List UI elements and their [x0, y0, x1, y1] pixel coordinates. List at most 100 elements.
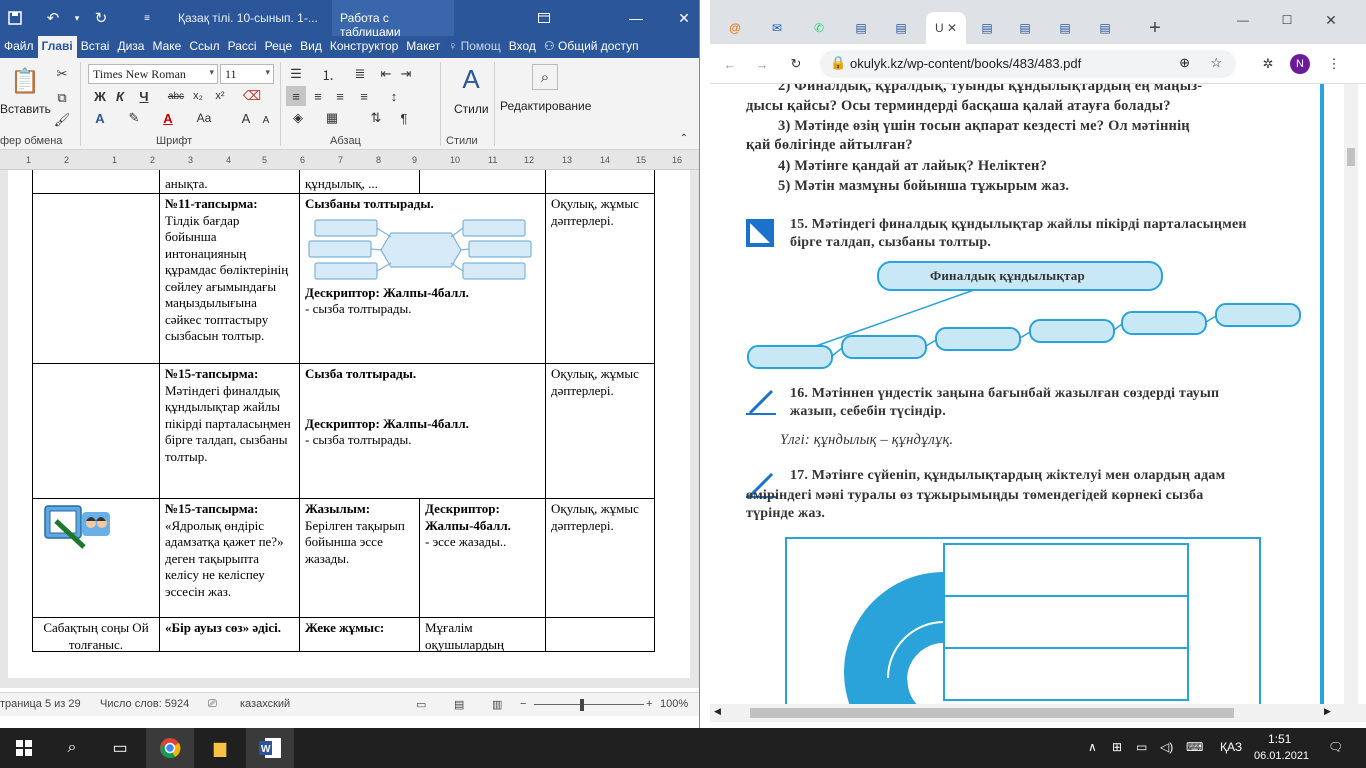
vertical-scrollbar[interactable]: [1344, 84, 1358, 704]
grow-font-icon[interactable]: A: [236, 108, 256, 128]
zoom-out-icon[interactable]: −: [520, 698, 526, 710]
ribbon-display-icon[interactable]: [521, 0, 567, 36]
clock-time[interactable]: 1:51: [1268, 732, 1291, 746]
paste-label[interactable]: Вставить: [0, 102, 51, 116]
back-icon[interactable]: ←: [720, 54, 740, 74]
tab-favicon-mail-icon[interactable]: @: [720, 14, 750, 42]
align-right-icon[interactable]: ≡: [330, 86, 350, 106]
horizontal-scrollbar[interactable]: ◀ ▶: [710, 704, 1366, 722]
editing-button[interactable]: Редактирование: [500, 99, 591, 113]
menu-icon[interactable]: ⋮: [1324, 54, 1344, 74]
redo-icon[interactable]: ↻: [86, 0, 116, 36]
customize-qat-icon[interactable]: ≡: [132, 0, 162, 36]
tab-design[interactable]: Диза: [113, 36, 148, 58]
tab-file[interactable]: Файл: [0, 36, 38, 58]
save-icon[interactable]: [0, 0, 30, 36]
clear-formatting-icon[interactable]: ⌫: [242, 86, 262, 106]
collapse-ribbon-icon[interactable]: ⌃: [674, 128, 694, 148]
scrollbar-thumb[interactable]: [750, 708, 1234, 718]
chrome-taskbar-icon[interactable]: [146, 728, 194, 768]
underline-icon[interactable]: Ч: [134, 86, 154, 106]
scrollbar-thumb[interactable]: [1347, 148, 1355, 166]
zoom-slider-thumb[interactable]: [580, 699, 584, 711]
zoom-level[interactable]: 100%: [660, 698, 688, 710]
tab-favicon-book-icon[interactable]: ▤: [1010, 14, 1040, 42]
print-layout-icon[interactable]: ▤: [454, 698, 464, 711]
zoom-in-icon[interactable]: +: [646, 698, 652, 710]
network-icon[interactable]: ⊞: [1112, 740, 1122, 754]
sort-icon[interactable]: ⇅: [366, 108, 386, 128]
tab-references[interactable]: Ссыл: [185, 36, 223, 58]
copy-icon[interactable]: ⧉: [52, 88, 72, 108]
tab-favicon-book-icon[interactable]: ▤: [1090, 14, 1120, 42]
cut-icon[interactable]: ✂: [52, 64, 72, 84]
justify-icon[interactable]: ≡: [354, 86, 374, 106]
close-tab-icon[interactable]: ✕: [947, 21, 957, 35]
font-name-combo[interactable]: Times New Roman ▾: [88, 64, 218, 84]
tab-favicon-book-icon[interactable]: ▤: [846, 14, 876, 42]
paste-icon[interactable]: 📋: [10, 66, 40, 96]
lock-icon[interactable]: 🔒: [830, 55, 846, 71]
bold-icon[interactable]: Ж: [90, 86, 110, 106]
sign-in-link[interactable]: Вход: [505, 36, 540, 58]
font-size-combo[interactable]: 11 ▾: [220, 64, 274, 84]
task-view-icon[interactable]: ▭: [96, 728, 144, 768]
tab-tell-me[interactable]: ♀ Помощ: [444, 36, 504, 58]
strikethrough-icon[interactable]: abc: [166, 86, 186, 106]
language-indicator[interactable]: ҚАЗ: [1220, 740, 1242, 754]
styles-icon[interactable]: A: [456, 64, 486, 94]
search-icon[interactable]: ⌕: [48, 728, 96, 768]
read-mode-icon[interactable]: ▭: [416, 698, 426, 711]
superscript-icon[interactable]: x²: [210, 86, 230, 106]
word-count[interactable]: Число слов: 5924: [100, 698, 189, 710]
search-icon[interactable]: ⌕: [532, 64, 558, 90]
zoom-icon[interactable]: ⊕: [1179, 55, 1190, 71]
tab-table-design[interactable]: Конструктор: [326, 36, 402, 58]
pdf-viewer[interactable]: 2) Финалдық, құралдық, туынды құндылықта…: [710, 84, 1366, 704]
minimize-icon[interactable]: —: [1228, 6, 1258, 34]
profile-avatar[interactable]: N: [1290, 54, 1310, 74]
file-explorer-icon[interactable]: ▆: [196, 728, 244, 768]
align-center-icon[interactable]: ≡: [308, 86, 328, 106]
tab-favicon-book-icon[interactable]: ▤: [972, 14, 1002, 42]
text-effects-icon[interactable]: A: [90, 108, 110, 128]
shading-icon[interactable]: ◈: [288, 108, 308, 128]
volume-icon[interactable]: ◁): [1160, 740, 1173, 754]
tab-favicon-book-icon[interactable]: ▤: [886, 14, 916, 42]
word-taskbar-icon[interactable]: W: [246, 728, 294, 768]
tab-table-layout[interactable]: Макет: [402, 36, 444, 58]
language-indicator[interactable]: казахский: [240, 698, 290, 710]
line-spacing-icon[interactable]: ↕: [384, 86, 404, 106]
numbering-icon[interactable]: ⒈: [318, 64, 338, 84]
address-bar[interactable]: 🔒 okulyk.kz/wp-content/books/483/483.pdf…: [820, 50, 1236, 78]
extensions-icon[interactable]: ✲: [1258, 54, 1278, 74]
subscript-icon[interactable]: x₂: [188, 86, 208, 106]
increase-indent-icon[interactable]: ⇥: [396, 64, 416, 84]
bullets-icon[interactable]: ☰: [286, 64, 306, 84]
highlight-icon[interactable]: ✎: [124, 108, 144, 128]
bookmark-star-icon[interactable]: ☆: [1210, 55, 1222, 71]
tab-mailings[interactable]: Рассі: [224, 36, 261, 58]
new-tab-icon[interactable]: +: [1140, 14, 1170, 42]
scroll-right-icon[interactable]: ▶: [1324, 706, 1331, 717]
proofing-icon[interactable]: ⎚: [208, 698, 217, 711]
tab-favicon-whatsapp-icon[interactable]: ✆: [804, 14, 834, 42]
share-button[interactable]: ⚇ Общий доступ: [540, 36, 643, 58]
tab-view[interactable]: Вид: [296, 36, 326, 58]
maximize-icon[interactable]: ☐: [1272, 6, 1302, 34]
change-case-icon[interactable]: Aa: [194, 108, 214, 128]
italic-icon[interactable]: К: [110, 86, 130, 106]
close-icon[interactable]: ✕: [1316, 6, 1346, 34]
document-area[interactable]: анықта. құндылық, ... №11-тапсырма: Тілд…: [0, 170, 699, 688]
page-count[interactable]: траница 5 из 29: [0, 698, 81, 710]
tab-insert[interactable]: Встаі: [77, 36, 114, 58]
align-left-icon[interactable]: ≡: [286, 86, 306, 106]
web-layout-icon[interactable]: ▥: [492, 698, 502, 711]
clock-date[interactable]: 06.01.2021: [1254, 750, 1309, 762]
show-marks-icon[interactable]: ¶: [394, 108, 414, 128]
multilevel-list-icon[interactable]: ≣: [350, 64, 370, 84]
borders-icon[interactable]: ▦: [322, 108, 342, 128]
forward-icon[interactable]: →: [752, 54, 772, 74]
tab-review[interactable]: Реце: [261, 36, 297, 58]
styles-button[interactable]: Стили: [454, 102, 489, 116]
